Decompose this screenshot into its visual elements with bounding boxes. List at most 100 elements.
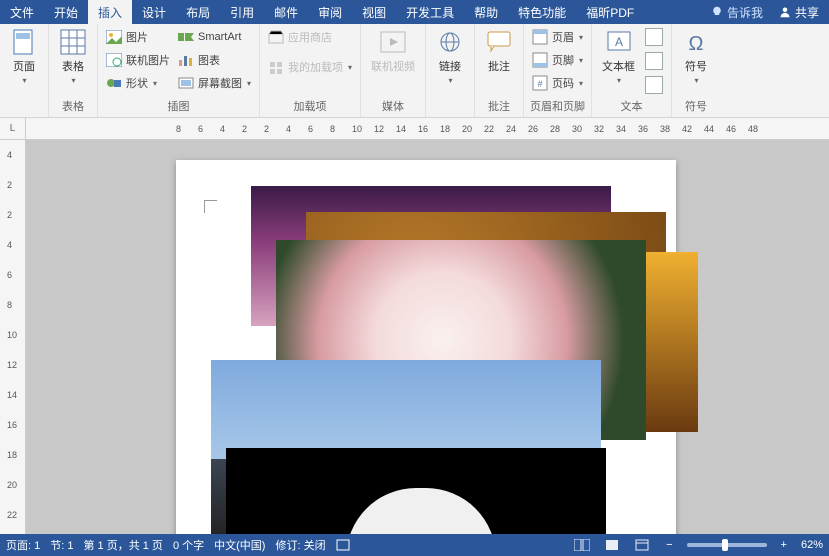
picture-button[interactable]: 图片 [104,26,172,48]
textbox-icon: A [605,28,633,56]
video-icon [379,28,407,56]
share-button[interactable]: 共享 [769,0,829,24]
online-video-button[interactable]: 联机视频 [367,26,419,76]
horizontal-ruler[interactable]: 8642246810121416182022242628303234363842… [26,118,829,140]
quick-parts-button[interactable] [645,28,663,46]
group-addins: 应用商店 我的加载项▾ 加载项 [260,24,361,117]
tab-mailings[interactable]: 邮件 [264,0,308,24]
ruler-corner[interactable]: L [0,118,26,140]
group-headerfooter-label: 页眉和页脚 [530,97,585,117]
pagenum-button[interactable]: #页码▾ [530,72,585,94]
my-addins-button[interactable]: 我的加载项▾ [266,56,354,78]
shapes-icon [106,75,122,91]
status-bar: 页面: 1 节: 1 第 1 页，共 1 页 0 个字 中文(中国) 修订: 关… [0,534,829,556]
group-addins-label: 加载项 [266,97,354,117]
pagenum-icon: # [532,75,548,91]
status-track-changes[interactable]: 修订: 关闭 [275,537,325,553]
page-icon [10,28,38,56]
tab-review[interactable]: 审阅 [308,0,352,24]
status-page-of[interactable]: 第 1 页，共 1 页 [83,537,162,553]
store-button[interactable]: 应用商店 [266,26,354,48]
screenshot-icon [178,75,194,91]
tab-home[interactable]: 开始 [44,0,88,24]
footer-button[interactable]: 页脚▾ [530,49,585,71]
group-symbols: Ω 符号▾ 符号 [672,24,720,117]
zoom-in-button[interactable]: + [777,539,791,551]
status-words[interactable]: 0 个字 [173,537,204,553]
svg-text:A: A [615,35,623,49]
smartart-icon [178,29,194,45]
zoom-level[interactable]: 62% [801,539,823,551]
shapes-button[interactable]: 形状▾ [104,72,172,94]
document-canvas[interactable] [26,140,829,534]
view-print-layout[interactable] [602,537,622,553]
view-web-layout[interactable] [632,537,652,553]
group-media-label: 媒体 [367,97,419,117]
svg-text:#: # [538,79,543,89]
group-illustrations-label: 插图 [104,97,253,117]
status-page[interactable]: 页面: 1 [6,537,40,553]
zoom-slider[interactable] [687,543,767,547]
zoom-slider-thumb[interactable] [722,539,728,551]
tab-help[interactable]: 帮助 [464,0,508,24]
smartart-button[interactable]: SmartArt [176,26,253,48]
group-comments: 批注 批注 [475,24,524,117]
tab-features[interactable]: 特色功能 [508,0,576,24]
group-text-label: 文本 [598,97,665,117]
group-tables-label: 表格 [55,97,91,117]
status-language[interactable]: 中文(中国) [214,537,265,553]
dropcap-button[interactable] [645,76,663,94]
group-symbols-label: 符号 [678,97,714,117]
group-pages: 页面▾ [0,24,49,117]
tell-me-search[interactable]: 告诉我 [705,0,769,24]
header-icon [532,29,548,45]
chart-icon [178,52,194,68]
textbox-button[interactable]: A 文本框▾ [598,26,639,87]
group-illustrations: 图片 联机图片 形状▾ SmartArt 图表 屏幕截图▾ 插图 [98,24,260,117]
document-area: L 86422468101214161820222426283032343638… [0,118,829,534]
table-button[interactable]: 表格▾ [55,26,91,87]
comment-button[interactable]: 批注 [481,26,517,76]
tab-foxit-pdf[interactable]: 福昕PDF [576,0,644,24]
online-picture-icon [106,52,122,68]
tab-layout[interactable]: 布局 [176,0,220,24]
zoom-out-button[interactable]: − [662,539,676,551]
group-tables: 表格▾ 表格 [49,24,98,117]
menu-tabs: 文件 开始 插入 设计 布局 引用 邮件 审阅 视图 开发工具 帮助 特色功能 … [0,0,829,24]
omega-icon: Ω [682,28,710,56]
cover-page-button[interactable]: 页面▾ [6,26,42,87]
person-icon [779,6,791,18]
screenshot-button[interactable]: 屏幕截图▾ [176,72,253,94]
tab-insert[interactable]: 插入 [88,0,132,24]
wordart-button[interactable] [645,52,663,70]
lightbulb-icon [711,6,723,18]
tab-file[interactable]: 文件 [0,0,44,24]
picture-icon [106,29,122,45]
tab-design[interactable]: 设计 [132,0,176,24]
tab-developer[interactable]: 开发工具 [396,0,464,24]
group-headerfooter: 页眉▾ 页脚▾ #页码▾ 页眉和页脚 [524,24,592,117]
addins-icon [268,59,284,75]
table-icon [59,28,87,56]
link-icon [436,28,464,56]
svg-text:Ω: Ω [689,33,704,54]
inserted-image-6[interactable] [226,448,606,534]
group-links: 链接▾ [426,24,475,117]
group-comments-label: 批注 [481,97,517,117]
macro-icon[interactable] [336,539,350,551]
group-text: A 文本框▾ 文本 [592,24,672,117]
online-picture-button[interactable]: 联机图片 [104,49,172,71]
symbol-button[interactable]: Ω 符号▾ [678,26,714,87]
tab-view[interactable]: 视图 [352,0,396,24]
status-section[interactable]: 节: 1 [50,537,73,553]
tab-references[interactable]: 引用 [220,0,264,24]
view-read-mode[interactable] [572,537,592,553]
vertical-ruler[interactable]: 42246810121416182022 [0,140,26,534]
links-button[interactable]: 链接▾ [432,26,468,87]
footer-icon [532,52,548,68]
ribbon: 页面▾ 表格▾ 表格 图片 联机图片 形状▾ SmartArt 图表 屏幕截图▾ [0,24,829,118]
chart-button[interactable]: 图表 [176,49,253,71]
header-button[interactable]: 页眉▾ [530,26,585,48]
group-media: 联机视频 媒体 [361,24,426,117]
text-extra-buttons [643,26,665,96]
